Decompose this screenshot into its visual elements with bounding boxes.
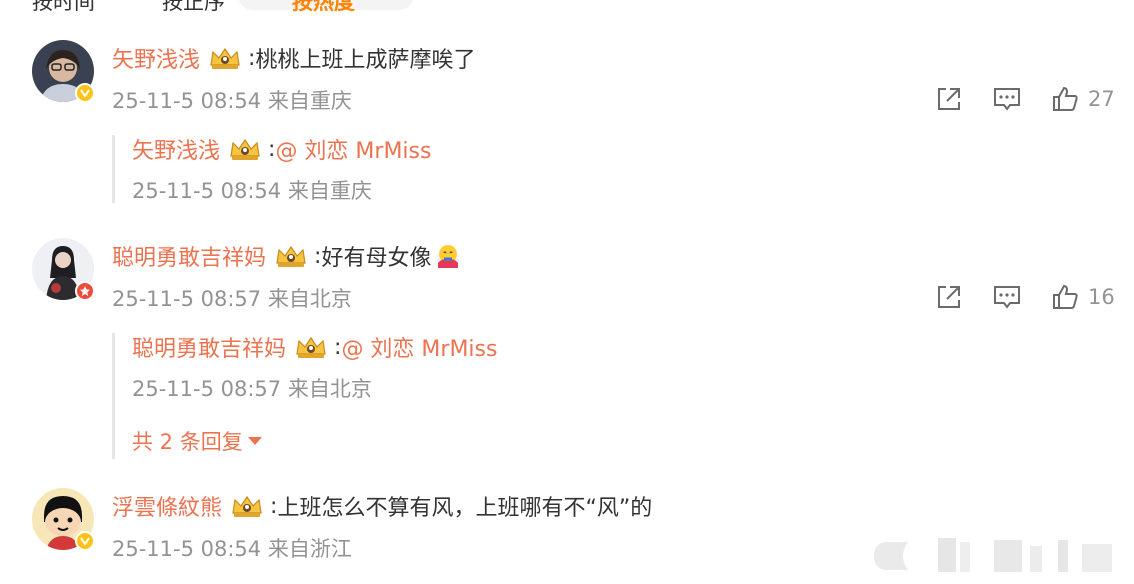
reply-time: 25-11-5 08:54 <box>132 179 282 203</box>
crown-icon <box>294 334 328 360</box>
reply-location: 来自北京 <box>287 377 372 401</box>
reply-time: 25-11-5 08:57 <box>132 377 282 401</box>
comment-actions: 27 <box>934 84 1115 114</box>
comment-meta: 25-11-5 08:57 来自北京 <box>112 283 352 313</box>
comment-icon[interactable] <box>992 282 1022 312</box>
verified-icon <box>75 83 95 103</box>
watermark-logo <box>868 536 1128 576</box>
reply-block: 矢野浅浅 : @ 刘恋 MrMiss 25-11-5 08:54 来自重庆 <box>112 135 431 203</box>
comment-time: 25-11-5 08:54 <box>112 537 262 561</box>
view-more-replies[interactable]: 共 2 条回复 <box>132 426 262 456</box>
reply-location: 来自重庆 <box>287 179 372 203</box>
comment-location: 来自北京 <box>267 287 352 311</box>
crown-icon <box>208 45 242 71</box>
comment-icon[interactable] <box>992 84 1022 114</box>
share-icon[interactable] <box>934 282 964 312</box>
reply-meta: 25-11-5 08:54 来自重庆 <box>132 175 372 205</box>
comment-location: 来自浙江 <box>267 537 352 561</box>
comment-line: 矢野浅浅 : 桃桃上班上成萨摩唉了 <box>112 42 475 74</box>
reply-username[interactable]: 聪明勇敢吉祥妈 <box>132 331 286 363</box>
reply-line: 聪明勇敢吉祥妈 : @ 刘恋 MrMiss <box>132 331 497 363</box>
comment-meta: 25-11-5 08:54 来自重庆 <box>112 85 352 115</box>
tab-by-time[interactable]: 按时间 <box>32 0 95 16</box>
tab-by-hot[interactable]: 按热度 <box>292 0 355 16</box>
reply-meta: 25-11-5 08:57 来自北京 <box>132 373 372 403</box>
sort-bar: 按时间 按正序 按热度 <box>0 0 420 14</box>
comment-text: 上班怎么不算有风，上班哪有不“风”的 <box>277 496 653 521</box>
comment-text: 好有母女像 <box>321 246 432 271</box>
comment-time: 25-11-5 08:54 <box>112 89 262 113</box>
chevron-down-icon <box>247 437 262 445</box>
comment-actions: 16 <box>934 282 1115 312</box>
comment-location: 来自重庆 <box>267 89 352 113</box>
reply-block: 聪明勇敢吉祥妈 : @ 刘恋 MrMiss 25-11-5 08:57 来自北京… <box>112 333 497 459</box>
like-count: 27 <box>1088 87 1115 111</box>
reply-line: 矢野浅浅 : @ 刘恋 MrMiss <box>132 133 431 165</box>
comment-username[interactable]: 聪明勇敢吉祥妈 <box>112 240 266 272</box>
crown-icon <box>228 136 262 162</box>
comment-line: 聪明勇敢吉祥妈 : 好有母女像 <box>112 240 461 272</box>
comment-time: 25-11-5 08:57 <box>112 287 262 311</box>
verified-icon <box>75 531 95 551</box>
reply-mention[interactable]: @ 刘恋 MrMiss <box>275 133 431 165</box>
crown-icon <box>230 493 264 519</box>
like-icon[interactable] <box>1050 282 1080 312</box>
tab-by-order[interactable]: 按正序 <box>162 0 225 16</box>
share-icon[interactable] <box>934 84 964 114</box>
comment-username[interactable]: 矢野浅浅 <box>112 42 200 74</box>
verified-icon <box>75 281 95 301</box>
like-count: 16 <box>1088 285 1115 309</box>
crown-icon <box>274 243 308 269</box>
comment-username[interactable]: 浮雲條紋熊 <box>112 490 222 522</box>
reply-username[interactable]: 矢野浅浅 <box>132 133 220 165</box>
comment-text: 桃桃上班上成萨摩唉了 <box>255 48 476 73</box>
comment-meta: 25-11-5 08:54 来自浙江 <box>112 533 352 563</box>
comment-line: 浮雲條紋熊 : 上班怎么不算有风，上班哪有不“风”的 <box>112 490 652 522</box>
reply-mention[interactable]: @ 刘恋 MrMiss <box>341 331 497 363</box>
more-replies-label: 共 2 条回复 <box>132 430 243 454</box>
hug-emoji-icon <box>435 243 461 269</box>
like-icon[interactable] <box>1050 84 1080 114</box>
